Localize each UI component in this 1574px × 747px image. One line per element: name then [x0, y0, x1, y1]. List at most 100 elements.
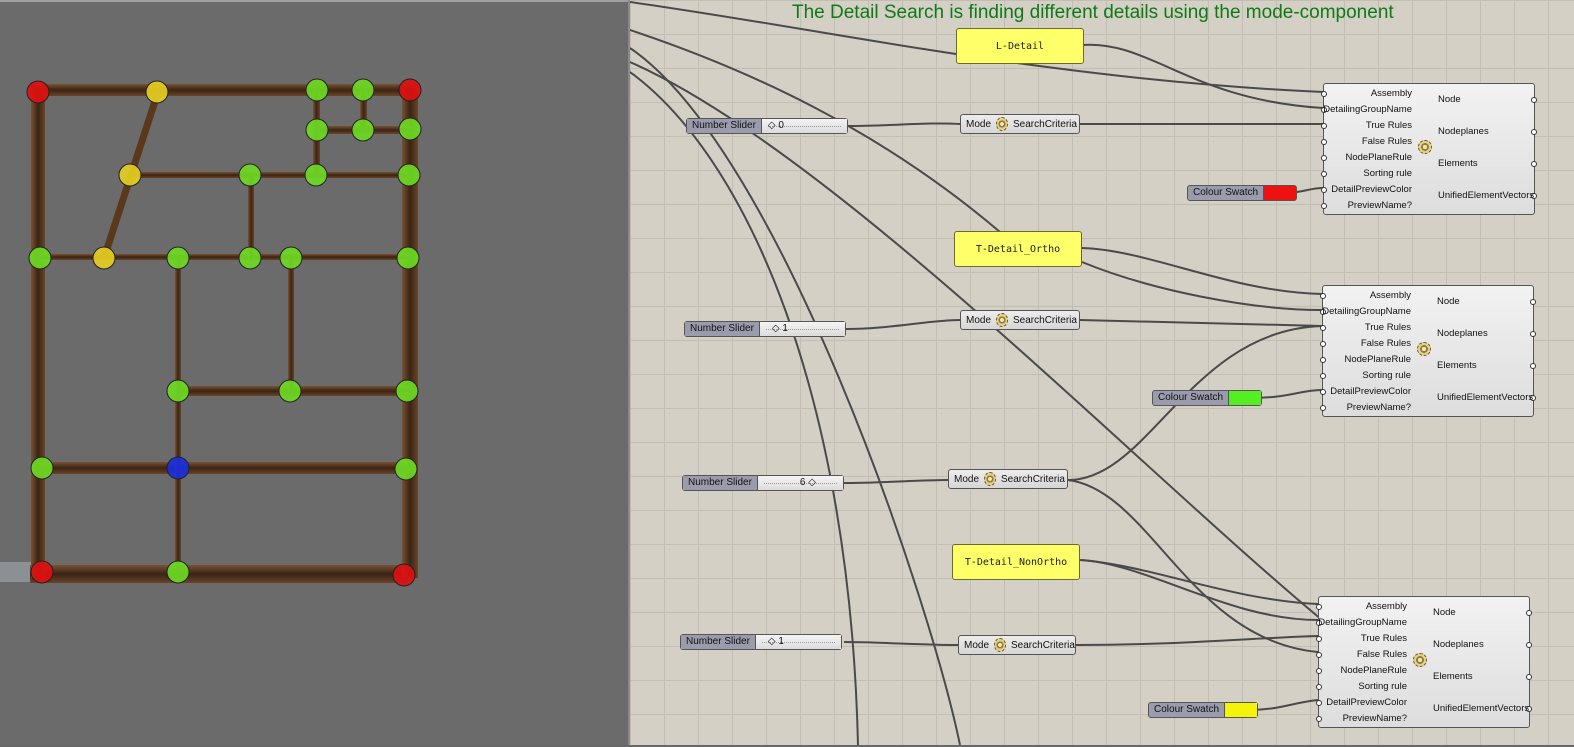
input-param[interactable]: DetailingGroupName [1322, 304, 1411, 320]
grasshopper-canvas[interactable]: The Detail Search is finding different d… [628, 0, 1574, 745]
input-param[interactable]: PreviewName? [1323, 198, 1412, 214]
gear-icon [994, 638, 1007, 652]
l-node [92, 246, 116, 270]
detail-search-component[interactable]: Assembly DetailingGroupName True Rules Fals… [1316, 596, 1532, 728]
output-params: Node Nodeplanes Elements UnifiedElementVect… [1437, 294, 1533, 422]
input-param[interactable]: PreviewName? [1318, 711, 1407, 727]
number-slider[interactable]: Number Slider ◇ 0 [686, 118, 848, 134]
input-param[interactable]: Sorting rule [1323, 166, 1412, 182]
input-param[interactable]: True Rules [1322, 320, 1411, 336]
output-param[interactable]: Node [1437, 294, 1533, 326]
mode-component[interactable]: Mode SearchCriteria [960, 114, 1080, 134]
input-param[interactable]: NodePlaneRule [1318, 663, 1407, 679]
selected-node [166, 456, 190, 480]
input-param[interactable]: False Rules [1318, 647, 1407, 663]
number-slider[interactable]: Number Slider ◇ 1 [680, 634, 842, 650]
input-param[interactable]: DetailingGroupName [1323, 102, 1412, 118]
input-param[interactable]: Sorting rule [1318, 679, 1407, 695]
search-criteria-output: SearchCriteria [1013, 314, 1077, 326]
beam [38, 462, 408, 474]
mode-component[interactable]: Mode SearchCriteria [948, 469, 1068, 489]
swatch-color[interactable] [1263, 186, 1297, 200]
rhino-viewport[interactable] [0, 0, 628, 745]
t-node [304, 163, 328, 187]
input-param[interactable]: False Rules [1323, 134, 1412, 150]
colour-swatch[interactable]: Colour Swatch [1187, 185, 1298, 201]
t-node [395, 379, 419, 403]
search-criteria-output: SearchCriteria [1011, 639, 1075, 651]
number-slider[interactable]: Number Slider ◇ 1 [684, 321, 846, 337]
t-node [397, 163, 421, 187]
t-node [238, 163, 262, 187]
input-param[interactable]: Assembly [1323, 86, 1412, 102]
t-node [279, 246, 303, 270]
swatch-color[interactable] [1228, 391, 1262, 405]
panel-l-detail[interactable]: L-Detail [956, 28, 1084, 64]
input-param[interactable]: DetailPreviewColor [1323, 182, 1412, 198]
input-param[interactable]: True Rules [1318, 631, 1407, 647]
swatch-label: Colour Swatch [1154, 704, 1220, 715]
input-params: Assembly DetailingGroupName True Rules Fals… [1322, 288, 1411, 416]
output-param[interactable]: Elements [1437, 358, 1533, 390]
output-param[interactable]: UnifiedElementVectors [1437, 390, 1533, 422]
corner-node [398, 78, 422, 102]
mode-component[interactable]: Mode SearchCriteria [960, 310, 1080, 330]
slider-value: 6 [799, 477, 806, 488]
slider-track[interactable]: ◇ 1 [759, 322, 845, 336]
input-params: Assembly DetailingGroupName True Rules Fals… [1323, 86, 1412, 214]
slider-track[interactable]: ◇ 1 [755, 635, 841, 649]
mode-component[interactable]: Mode SearchCriteria [958, 635, 1076, 655]
t-node [166, 379, 190, 403]
output-param[interactable]: Nodeplanes [1433, 637, 1529, 669]
detail-search-component[interactable]: Assembly DetailingGroupName True Rules Fals… [1321, 83, 1537, 215]
slider-track[interactable]: ◇ 0 [761, 119, 847, 133]
t-node [351, 78, 375, 102]
input-param[interactable]: DetailingGroupName [1318, 615, 1407, 631]
input-param[interactable]: Sorting rule [1322, 368, 1411, 384]
swatch-color[interactable] [1224, 703, 1258, 717]
input-param[interactable]: NodePlaneRule [1322, 352, 1411, 368]
output-param[interactable]: UnifiedElementVectors [1433, 701, 1529, 733]
canvas-title: The Detail Search is finding different d… [792, 2, 1394, 23]
panel-t-detail-ortho[interactable]: T-Detail_Ortho [954, 231, 1082, 267]
t-node [351, 118, 375, 142]
t-node [28, 246, 52, 270]
panel-t-detail-nonortho[interactable]: T-Detail_NonOrtho [952, 544, 1080, 580]
output-param[interactable]: Elements [1433, 669, 1529, 701]
output-param[interactable]: Nodeplanes [1438, 124, 1534, 156]
output-param[interactable]: Nodeplanes [1437, 326, 1533, 358]
slider-value: 1 [778, 636, 784, 647]
output-param[interactable]: Node [1433, 605, 1529, 637]
t-node [396, 246, 420, 270]
colour-swatch[interactable]: Colour Swatch [1152, 390, 1263, 406]
corner-node [26, 80, 50, 104]
detail-search-component[interactable]: Assembly DetailingGroupName True Rules Fals… [1320, 285, 1536, 417]
input-param[interactable]: DetailPreviewColor [1318, 695, 1407, 711]
beam [175, 257, 181, 572]
gear-icon [996, 117, 1009, 131]
gear-icon [984, 472, 997, 486]
colour-swatch[interactable]: Colour Swatch [1148, 702, 1259, 718]
t-node [305, 78, 329, 102]
input-param[interactable]: NodePlaneRule [1323, 150, 1412, 166]
output-param[interactable]: Node [1438, 92, 1534, 124]
input-param[interactable]: False Rules [1322, 336, 1411, 352]
input-params: Assembly DetailingGroupName True Rules Fals… [1318, 599, 1407, 727]
input-param[interactable]: Assembly [1322, 288, 1411, 304]
slider-label: Number Slider [683, 476, 758, 490]
slider-track[interactable]: 6 ◇ [757, 476, 843, 490]
input-param[interactable]: DetailPreviewColor [1322, 384, 1411, 400]
t-node [394, 457, 418, 481]
input-param[interactable]: PreviewName? [1322, 400, 1411, 416]
swatch-label: Colour Swatch [1158, 392, 1224, 403]
search-criteria-output: SearchCriteria [1001, 473, 1065, 485]
frame-model-view [0, 78, 422, 587]
output-params: Node Nodeplanes Elements UnifiedElementVect… [1438, 92, 1534, 220]
output-param[interactable]: Elements [1438, 156, 1534, 188]
number-slider[interactable]: Number Slider 6 ◇ [682, 475, 844, 491]
input-param[interactable]: True Rules [1323, 118, 1412, 134]
output-param[interactable]: UnifiedElementVectors [1438, 188, 1534, 220]
gear-icon [1413, 653, 1427, 667]
input-param[interactable]: Assembly [1318, 599, 1407, 615]
t-node [305, 118, 329, 142]
